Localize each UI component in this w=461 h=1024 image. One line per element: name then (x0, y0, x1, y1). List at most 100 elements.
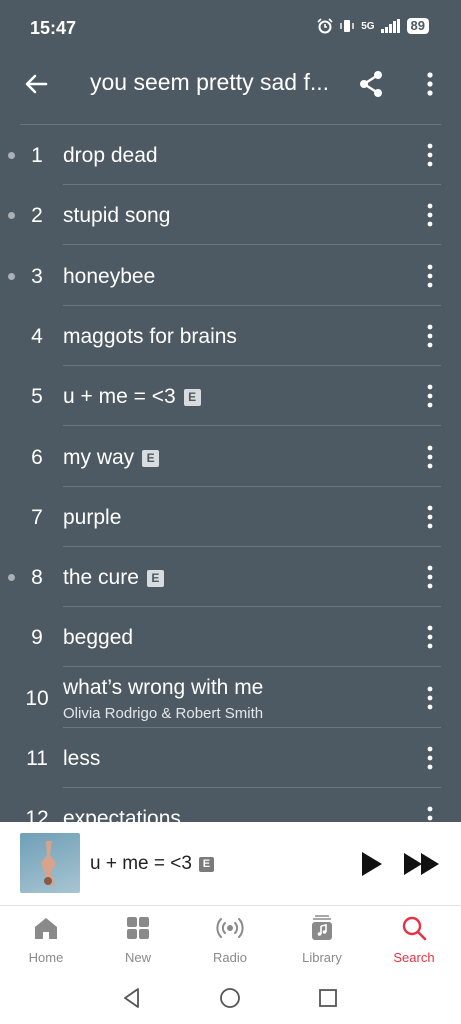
track-number: 1 (31, 144, 43, 167)
explicit-badge: E (198, 856, 214, 872)
track-title-text: drop dead (63, 144, 158, 167)
play-icon[interactable] (357, 850, 385, 878)
track-more-icon[interactable] (420, 682, 440, 714)
track-title: u + me = <3 E (63, 385, 201, 409)
track-more-icon[interactable] (420, 260, 440, 292)
mini-player[interactable]: u + me = <3 E (0, 822, 461, 906)
track-number: 3 (31, 265, 43, 288)
more-options-icon[interactable] (416, 68, 444, 100)
nav-home-icon[interactable] (219, 987, 241, 1009)
track-row[interactable]: 2 stupid song (0, 185, 461, 245)
track-title: honeybee (63, 265, 155, 289)
track-number: 4 (31, 325, 43, 348)
track-title-text: less (63, 747, 101, 770)
system-navigation-bar (0, 970, 461, 1024)
played-indicator-dot (8, 273, 15, 280)
track-title-text: the cure (63, 566, 139, 589)
track-row[interactable]: 1 drop dead (0, 125, 461, 185)
track-title: begged (63, 626, 133, 650)
tab-radio[interactable]: Radio (184, 906, 276, 970)
network-label: 5G (361, 20, 375, 32)
track-title: purple (63, 506, 121, 530)
tab-search[interactable]: Search (368, 906, 460, 970)
tab-label-search: Search (393, 950, 435, 965)
bottom-tab-bar: Home New Radio Library Search (0, 906, 461, 970)
row-divider (63, 425, 441, 426)
alarm-icon (317, 18, 333, 34)
track-more-icon[interactable] (420, 742, 440, 774)
track-title: expectations (63, 807, 181, 822)
explicit-badge: E (146, 569, 164, 587)
album-artwork[interactable] (20, 833, 80, 893)
track-title-text: expectations (63, 807, 181, 822)
status-bar: 15:47 5G 89 (0, 0, 461, 56)
track-title-text: my way (63, 446, 135, 469)
tab-new[interactable]: New (92, 906, 184, 970)
track-title-text: stupid song (63, 204, 171, 227)
track-title-text: purple (63, 506, 122, 529)
status-icons: 5G 89 (317, 18, 429, 34)
track-number: 9 (31, 626, 43, 649)
track-more-icon[interactable] (420, 139, 440, 171)
track-title-text: u + me = <3 (63, 385, 176, 408)
tab-label-library: Library (302, 950, 342, 965)
played-indicator-dot (8, 152, 15, 159)
home-icon (35, 918, 57, 939)
album-title: you seem pretty sad f... (90, 69, 330, 95)
track-number: 11 (26, 747, 48, 770)
nav-back-icon[interactable] (121, 987, 143, 1009)
track-more-icon[interactable] (420, 501, 440, 533)
track-number: 5 (31, 385, 43, 408)
track-more-icon[interactable] (420, 199, 440, 231)
tab-library[interactable]: Library (276, 906, 368, 970)
share-icon[interactable] (355, 68, 387, 100)
track-more-icon[interactable] (420, 802, 440, 822)
nav-recents-icon[interactable] (317, 987, 339, 1009)
track-row[interactable]: 3 honeybee (0, 246, 461, 306)
track-row[interactable]: 6 my way E (0, 427, 461, 487)
track-row[interactable]: 12 expectations (0, 788, 461, 822)
track-title: drop dead (63, 144, 158, 168)
tab-label-new: New (124, 950, 151, 965)
search-icon (402, 916, 427, 941)
track-row[interactable]: 10 what’s wrong with me Olivia Rodrigo & R… (0, 668, 461, 728)
track-more-icon[interactable] (420, 441, 440, 473)
track-title: less (63, 747, 100, 771)
track-title: my way E (63, 446, 160, 470)
track-more-icon[interactable] (420, 380, 440, 412)
radio-icon (216, 918, 244, 938)
signal-icon (380, 19, 400, 33)
track-row[interactable]: 11 less (0, 728, 461, 788)
tab-label-radio: Radio (213, 950, 247, 965)
track-number: 12 (25, 807, 49, 822)
track-title-text: honeybee (63, 265, 156, 288)
track-title-text: what’s wrong with me (63, 676, 264, 699)
track-row[interactable]: 5 u + me = <3 E (0, 366, 461, 426)
track-row[interactable]: 9 begged (0, 607, 461, 667)
track-title: stupid song (63, 204, 170, 228)
track-artist: Olivia Rodrigo & Robert Smith (63, 705, 264, 722)
track-more-icon[interactable] (420, 320, 440, 352)
tab-label-home: Home (28, 950, 64, 965)
explicit-badge: E (183, 388, 201, 406)
track-more-icon[interactable] (420, 561, 440, 593)
track-row[interactable]: 4 maggots for brains (0, 306, 461, 366)
track-number: 6 (31, 446, 43, 469)
track-more-icon[interactable] (420, 621, 440, 653)
now-playing-title[interactable]: u + me = <3 E (90, 853, 214, 875)
track-number: 10 (25, 687, 49, 710)
played-indicator-dot (8, 574, 15, 581)
track-title-text: begged (63, 626, 134, 649)
track-row[interactable]: 8 the cure E (0, 547, 461, 607)
tab-home[interactable]: Home (0, 906, 92, 970)
track-number: 8 (31, 566, 43, 589)
back-arrow-icon[interactable] (20, 68, 52, 100)
track-number: 7 (31, 506, 43, 529)
track-row[interactable]: 7 purple (0, 487, 461, 547)
track-title: maggots for brains (63, 325, 237, 349)
track-title-text: maggots for brains (63, 325, 237, 348)
now-playing-title-text: u + me = <3 (90, 853, 192, 874)
track-title: the cure E (63, 566, 164, 590)
fast-forward-icon[interactable] (402, 850, 442, 878)
status-time: 15:47 (30, 18, 77, 38)
